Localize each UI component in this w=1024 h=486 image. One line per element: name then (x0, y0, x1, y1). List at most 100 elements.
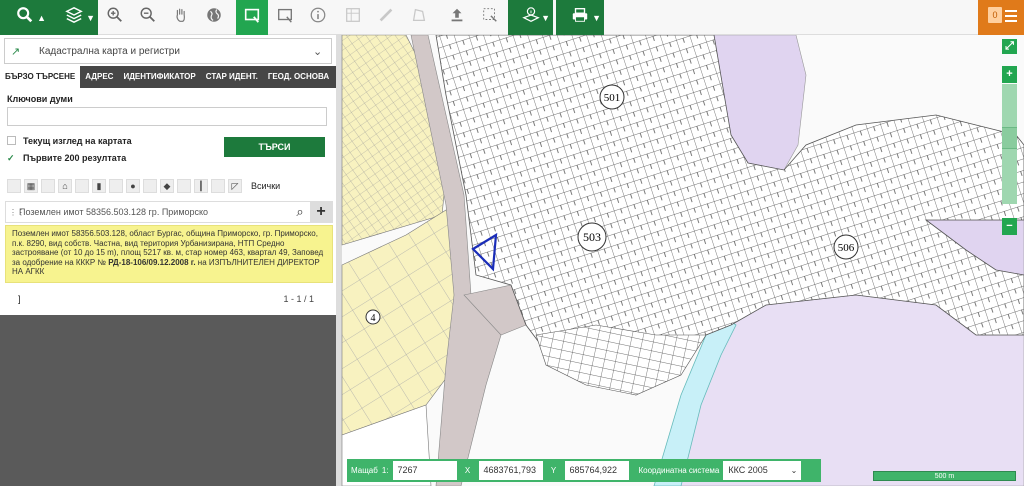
filter-address-toggle[interactable] (109, 179, 123, 193)
layer-selector[interactable]: ↗ Кадастрална карта и регистри ⌄ (4, 38, 332, 64)
notification-count: 0 (988, 7, 1002, 23)
y-coordinate: 685764,922 (564, 461, 629, 480)
zoom-in-icon (106, 6, 124, 29)
select-rect-icon (276, 6, 294, 29)
filter-all-label[interactable]: Всички (251, 181, 280, 191)
chevron-down-icon: ▼ (541, 12, 550, 23)
clear-selection-icon (481, 6, 499, 29)
add-result-icon[interactable]: + (310, 202, 332, 222)
filter-parcel-toggle[interactable] (41, 179, 55, 193)
pager-count: 1 - 1 / 1 (283, 294, 314, 304)
print-icon (571, 6, 589, 29)
measure-area-button[interactable] (402, 0, 435, 35)
x-label: X (464, 466, 471, 475)
zoom-out-icon (139, 6, 157, 29)
result-title: Поземлен имот 58356.503.128 гр. Приморск… (19, 207, 209, 217)
top-toolbar: ▲ ▼ ▼ ▼ 0 (0, 0, 1024, 35)
pan-button[interactable] (164, 0, 197, 35)
expand-icon: ⤢ (1005, 40, 1014, 52)
info-button[interactable] (301, 0, 334, 35)
tab-identifier[interactable]: ИДЕНТИФИКАТОР (118, 66, 200, 88)
zoom-slider-handle[interactable] (1002, 127, 1017, 149)
chevron-down-icon: ⌄ (313, 45, 323, 58)
pager-first[interactable]: ] (18, 294, 21, 304)
first-200-checkbox[interactable]: ✓ Първите 200 резултата (7, 153, 126, 164)
layers-icon (64, 6, 83, 29)
menu-icon (1005, 10, 1017, 25)
keywords-label: Ключови думи (7, 94, 73, 104)
filter-area-toggle[interactable] (211, 179, 225, 193)
layers-icon[interactable]: ◆ (160, 179, 174, 193)
tab-old-identifier[interactable]: СТАР ИДЕНТ. (201, 66, 263, 88)
filter-all-types-toggle[interactable] (7, 179, 21, 193)
x-coordinate: 4683761,793 (478, 461, 543, 480)
zoom-out-button[interactable] (131, 0, 164, 35)
measure-line-button[interactable] (369, 0, 402, 35)
fullscreen-button[interactable]: ⤢ (1002, 39, 1017, 54)
layer-selector-label: Кадастрална карта и регистри (39, 45, 180, 57)
checkbox-box (7, 136, 16, 145)
chevron-down-icon: ⌄ (790, 466, 798, 475)
attribute-table-button[interactable] (336, 0, 369, 35)
keywords-input[interactable] (7, 107, 327, 126)
full-extent-button[interactable] (197, 0, 230, 35)
crs-select[interactable]: ККС 2005 ⌄ (723, 461, 802, 480)
zoom-in-control[interactable]: + (1002, 66, 1017, 83)
map-canvas[interactable]: 501 503 506 4 ⤢ + − Мащаб 1: 7267 X 4683… (336, 35, 1024, 486)
print-button[interactable]: ▼ (556, 0, 604, 35)
svg-text:4: 4 (371, 313, 376, 324)
location-pin-icon[interactable]: ● (126, 179, 140, 193)
svg-text:503: 503 (583, 230, 601, 244)
tab-address[interactable]: АДРЕС (80, 66, 118, 88)
select-area-button[interactable] (236, 0, 268, 35)
zoom-out-control[interactable]: − (1002, 218, 1017, 235)
current-view-checkbox[interactable]: Текущ изглед на картата (7, 136, 132, 146)
zoom-in-button[interactable] (98, 0, 131, 35)
info-icon (309, 6, 327, 29)
search-button[interactable]: ТЪРСИ (224, 137, 325, 157)
upload-icon (448, 6, 466, 29)
scale-label: Мащаб (351, 466, 378, 475)
upload-button[interactable] (440, 0, 473, 35)
district-label-4: 4 (365, 309, 381, 325)
district-label-503: 503 (577, 222, 607, 252)
scale-input[interactable]: 7267 (392, 461, 457, 480)
clear-selection-button[interactable] (473, 0, 506, 35)
drag-grip-icon[interactable]: ⋮⋮ (9, 208, 25, 217)
result-header-row[interactable]: ⋮⋮ Поземлен имот 58356.503.128 гр. Примо… (5, 201, 333, 223)
search-tabs: БЪРЗО ТЪРСЕНЕ АДРЕС ИДЕНТИФИКАТОР СТАР И… (0, 66, 336, 88)
district-label-506: 506 (833, 234, 859, 260)
check-icon: ✓ (7, 153, 15, 163)
search-panel: ↗ Кадастрална карта и регистри ⌄ БЪРЗО Т… (0, 35, 336, 486)
layers-tool-button[interactable]: ▼ (49, 0, 98, 35)
search-tool-button[interactable]: ▲ (0, 0, 49, 35)
current-view-label: Текущ изглед на картата (23, 136, 132, 146)
survey-point-icon[interactable]: ┃ (194, 179, 208, 193)
chevron-down-icon: ▼ (592, 12, 601, 23)
search-icon (16, 6, 34, 29)
notifications-menu-button[interactable]: 0 (978, 0, 1024, 35)
svg-text:506: 506 (838, 242, 855, 254)
select-rect-button[interactable] (268, 0, 301, 35)
map-status-bar: Мащаб 1: 7267 X 4683761,793 Y 685764,922… (347, 459, 821, 482)
cadastre-logo-icon: ↗ (11, 45, 21, 58)
home-icon[interactable]: ⌂ (58, 179, 72, 193)
table-icon (344, 6, 362, 29)
identify-layer-button[interactable]: ▼ (508, 0, 553, 35)
grid-icon[interactable]: ▦ (24, 179, 38, 193)
crs-label: Координатна система (638, 466, 720, 475)
filter-building-toggle[interactable] (75, 179, 89, 193)
filter-point-toggle[interactable] (177, 179, 191, 193)
result-type-filters: ▦ ⌂ ▮ ● ◆ ┃ ◸ Всички (7, 177, 280, 195)
scale-prefix: 1: (381, 466, 389, 475)
zoom-to-result-icon[interactable]: ⌕ (290, 204, 310, 220)
scale-bar: 500 m (873, 471, 1016, 481)
tab-quick-search[interactable]: БЪРЗО ТЪРСЕНЕ (0, 66, 81, 88)
polygon-icon[interactable]: ◸ (228, 179, 242, 193)
zoom-slider[interactable] (1002, 84, 1017, 204)
filter-layer-toggle[interactable] (143, 179, 157, 193)
tab-geodetic-base[interactable]: ГЕОД. ОСНОВА (263, 66, 334, 88)
document-icon[interactable]: ▮ (92, 179, 106, 193)
identify-icon (521, 6, 540, 29)
result-details: Поземлен имот 58356.503.128, област Бург… (5, 225, 333, 283)
